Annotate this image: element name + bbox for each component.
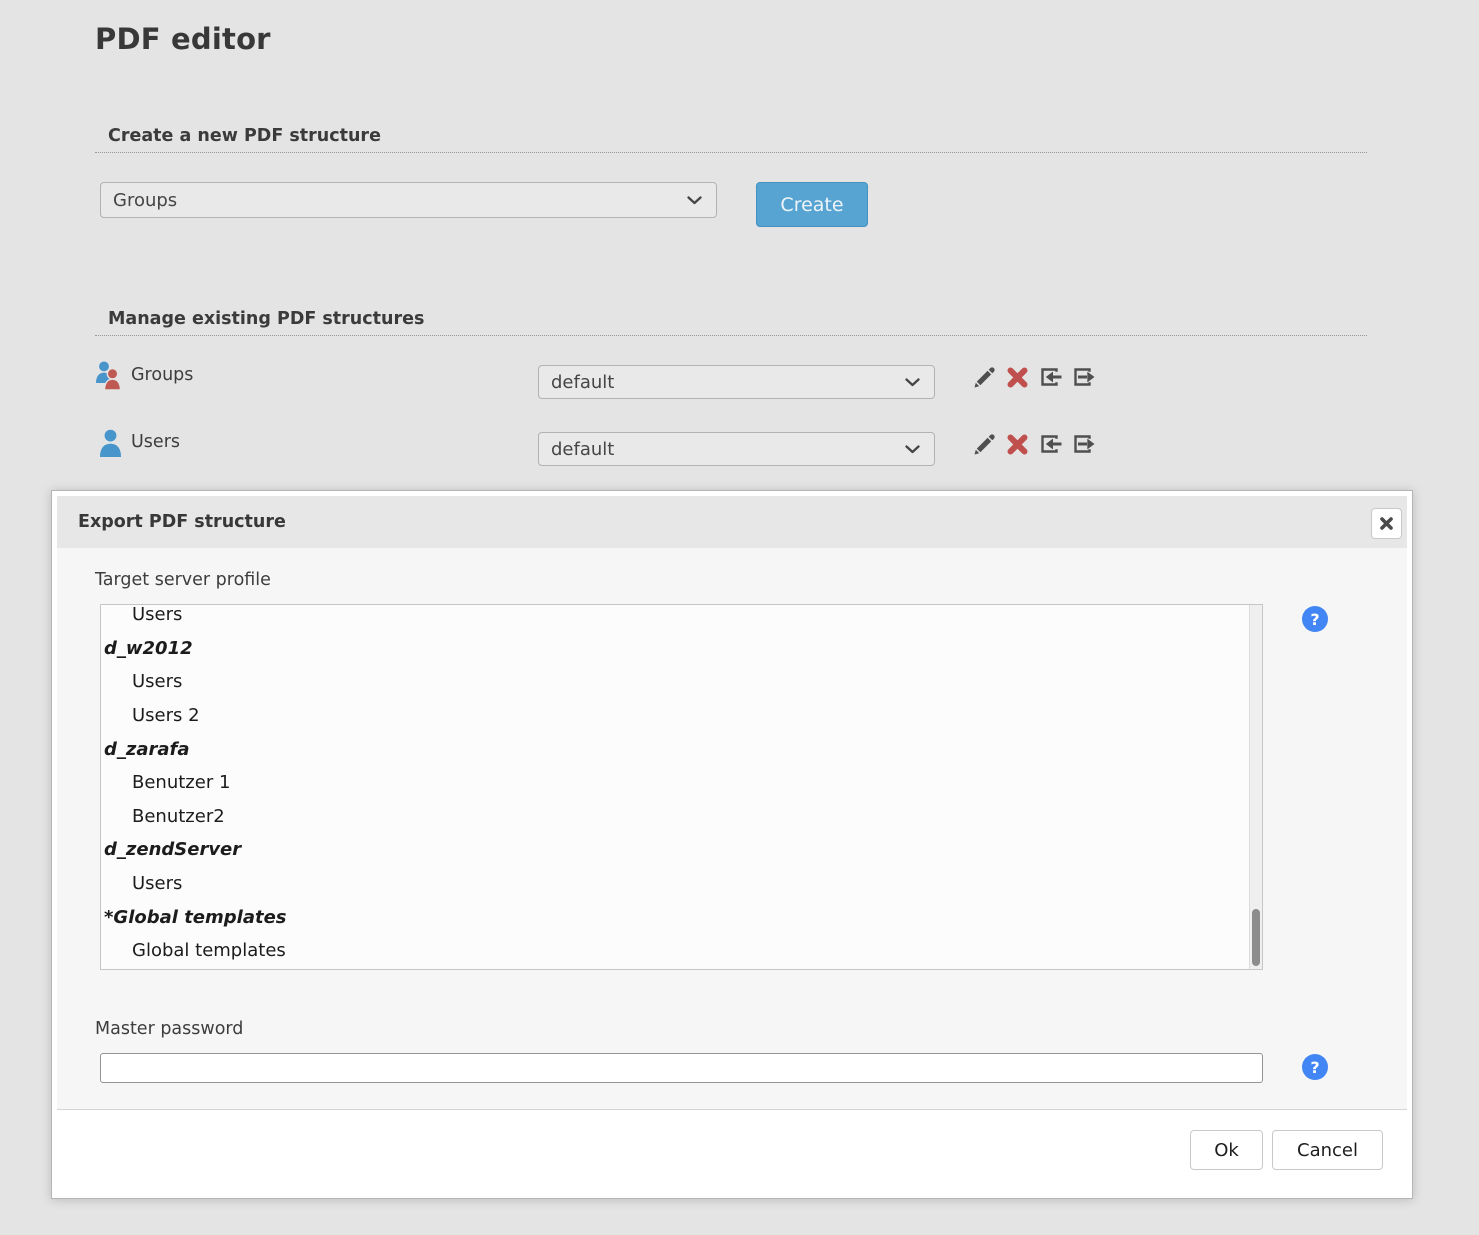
manage-section-heading: Manage existing PDF structures xyxy=(108,309,424,329)
profile-list: Users d_w2012 Users Users 2 d_zarafa Ben… xyxy=(101,604,1262,968)
section-divider xyxy=(95,335,1367,336)
users-profile-select[interactable]: default xyxy=(538,432,935,466)
profile-option[interactable]: Users xyxy=(101,665,1262,699)
section-divider xyxy=(95,152,1367,153)
create-section-heading: Create a new PDF structure xyxy=(108,126,381,146)
ok-button[interactable]: Ok xyxy=(1190,1130,1263,1170)
profile-option[interactable]: Users xyxy=(101,604,1262,632)
chevron-down-icon xyxy=(905,378,920,387)
dialog-header: Export PDF structure xyxy=(57,496,1407,548)
profile-option[interactable]: Benutzer 1 xyxy=(101,766,1262,800)
chevron-down-icon xyxy=(687,196,702,205)
profile-group-header[interactable]: d_w2012 xyxy=(101,632,1262,666)
profile-group-header[interactable]: d_zarafa xyxy=(101,732,1262,766)
export-icon xyxy=(1072,433,1095,456)
profile-option[interactable]: Global templates xyxy=(101,934,1262,968)
groups-icon xyxy=(95,361,122,394)
dialog-body: Target server profile Users d_w2012 User… xyxy=(57,548,1407,1109)
profile-option[interactable]: Users 2 xyxy=(101,699,1262,733)
export-button[interactable] xyxy=(1072,366,1095,389)
profile-group-header[interactable]: d_zendServer xyxy=(101,833,1262,867)
create-button[interactable]: Create xyxy=(756,182,868,227)
profile-group-header[interactable]: *Global templates xyxy=(101,900,1262,934)
help-question-icon[interactable]: ? xyxy=(1302,1054,1328,1080)
pencil-icon xyxy=(973,366,996,389)
master-password-input[interactable] xyxy=(100,1053,1263,1083)
edit-button[interactable] xyxy=(973,433,996,456)
target-server-profile-label: Target server profile xyxy=(95,570,271,590)
pdf-structure-type-select[interactable]: Groups xyxy=(100,182,717,218)
dialog-title: Export PDF structure xyxy=(57,512,286,532)
profile-option[interactable]: Users xyxy=(101,867,1262,901)
chevron-down-icon xyxy=(905,445,920,454)
close-x-icon xyxy=(1378,515,1395,532)
export-icon xyxy=(1072,366,1095,389)
target-server-profile-listbox[interactable]: Users d_w2012 Users Users 2 d_zarafa Ben… xyxy=(100,604,1263,970)
groups-profile-value: default xyxy=(551,372,614,393)
pdf-structure-type-value: Groups xyxy=(113,190,177,211)
master-password-label: Master password xyxy=(95,1019,243,1039)
listbox-scrollbar[interactable] xyxy=(1249,605,1262,969)
pencil-icon xyxy=(973,433,996,456)
delete-button[interactable] xyxy=(1006,433,1029,456)
close-button[interactable] xyxy=(1371,508,1402,539)
delete-button[interactable] xyxy=(1006,366,1029,389)
profile-option[interactable]: Benutzer2 xyxy=(101,800,1262,834)
users-profile-value: default xyxy=(551,439,614,460)
page-title: PDF editor xyxy=(95,22,271,56)
groups-profile-select[interactable]: default xyxy=(538,365,935,399)
scrollbar-thumb[interactable] xyxy=(1252,909,1260,966)
cancel-button[interactable]: Cancel xyxy=(1272,1130,1383,1170)
edit-button[interactable] xyxy=(973,366,996,389)
import-button[interactable] xyxy=(1039,433,1062,456)
structure-row-label-groups: Groups xyxy=(131,365,193,385)
dialog-footer: Ok Cancel xyxy=(57,1109,1407,1193)
structure-row-label-users: Users xyxy=(131,432,180,452)
import-icon xyxy=(1039,366,1062,389)
help-question-icon[interactable]: ? xyxy=(1302,606,1328,632)
user-icon xyxy=(99,429,122,461)
delete-x-icon xyxy=(1006,433,1029,456)
export-pdf-structure-dialog: Export PDF structure Target server profi… xyxy=(51,490,1413,1199)
groups-actions xyxy=(973,366,1095,389)
export-button[interactable] xyxy=(1072,433,1095,456)
delete-x-icon xyxy=(1006,366,1029,389)
import-icon xyxy=(1039,433,1062,456)
users-actions xyxy=(973,433,1095,456)
import-button[interactable] xyxy=(1039,366,1062,389)
